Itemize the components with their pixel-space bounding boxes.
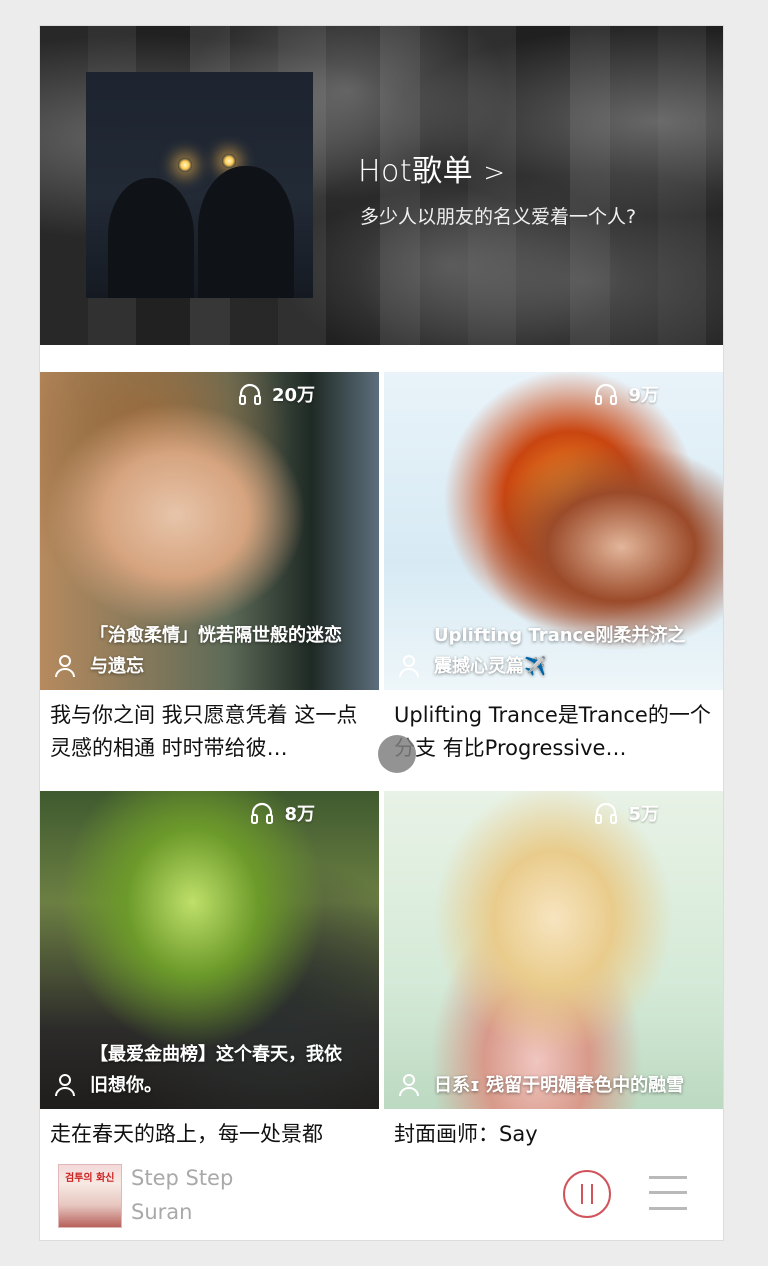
pause-icon[interactable] bbox=[563, 1170, 611, 1218]
user-icon bbox=[55, 655, 75, 678]
playlist-card[interactable]: 5万 日系ɪ 残留于明媚春色中的融雪 封面画师：Say bbox=[384, 791, 723, 1184]
playlist-description: 我与你之间 我只愿意凭着 这一点灵感的相通 时时带给彼… bbox=[50, 703, 358, 760]
touch-cursor bbox=[378, 735, 416, 773]
play-count-value: 8万 bbox=[284, 804, 315, 825]
play-count: 20万 bbox=[238, 381, 315, 407]
play-count: 5万 bbox=[594, 800, 659, 826]
mini-player: 검투의 화신 Step Step Suran bbox=[40, 1150, 723, 1240]
play-count: 9万 bbox=[594, 381, 659, 407]
play-count-value: 9万 bbox=[628, 385, 659, 406]
menu-icon[interactable] bbox=[649, 1176, 687, 1210]
playlist-name: 「治愈柔情」恍若隔世般的迷恋与遗忘 bbox=[90, 625, 342, 677]
user-icon bbox=[399, 655, 419, 678]
headphones-icon bbox=[595, 383, 618, 405]
hero-subtitle: 多少人以朋友的名义爱着一个人? bbox=[360, 206, 637, 228]
silhouette bbox=[108, 178, 194, 298]
hero-cover-image[interactable] bbox=[86, 72, 313, 298]
menu-line bbox=[649, 1176, 687, 1179]
playlist-caption: 【最爱金曲榜】这个春天，我依旧想你。 bbox=[54, 1039, 359, 1101]
playlist-cover[interactable]: 8万 【最爱金曲榜】这个春天，我依旧想你。 bbox=[40, 791, 379, 1109]
playlist-card[interactable]: 20万 「治愈柔情」恍若隔世般的迷恋与遗忘 我与你之间 我只愿意凭着 这一点灵感… bbox=[40, 372, 379, 765]
silhouette bbox=[198, 166, 294, 298]
user-icon bbox=[399, 1074, 419, 1097]
play-count-value: 5万 bbox=[628, 804, 659, 825]
hero-title-text: Hot歌单 bbox=[358, 154, 474, 189]
playlist-name: 【最爱金曲榜】这个春天，我依旧想你。 bbox=[90, 1044, 342, 1096]
now-playing-cover[interactable]: 검투의 화신 bbox=[58, 1164, 122, 1228]
playlist-caption: 「治愈柔情」恍若隔世般的迷恋与遗忘 bbox=[54, 620, 359, 682]
headphones-icon bbox=[595, 802, 618, 824]
chevron-right-icon: > bbox=[483, 158, 506, 188]
app-window: Hot歌单 > 多少人以朋友的名义爱着一个人? 20万 「治愈柔情」恍若隔世般的迷… bbox=[40, 26, 723, 1240]
playlist-cover[interactable]: 9万 Uplifting Trance刚柔并济之震撼心灵篇✈️ bbox=[384, 372, 723, 690]
sparkler-light bbox=[222, 154, 236, 168]
user-icon bbox=[55, 1074, 75, 1097]
hot-playlist-banner[interactable]: Hot歌单 > 多少人以朋友的名义爱着一个人? bbox=[40, 26, 723, 345]
playlist-cover[interactable]: 5万 日系ɪ 残留于明媚春色中的融雪 bbox=[384, 791, 723, 1109]
menu-line bbox=[649, 1191, 687, 1194]
headphones-icon bbox=[238, 383, 261, 405]
menu-line bbox=[649, 1207, 687, 1210]
playlist-card[interactable]: 9万 Uplifting Trance刚柔并济之震撼心灵篇✈️ Upliftin… bbox=[384, 372, 723, 765]
playlist-name: 日系ɪ 残留于明媚春色中的融雪 bbox=[434, 1075, 685, 1096]
playlist-description: Uplifting Trance是Trance的一个分支 有比Progressi… bbox=[394, 703, 711, 760]
playlist-caption: 日系ɪ 残留于明媚春色中的融雪 bbox=[398, 1070, 703, 1101]
hero-title[interactable]: Hot歌单 > bbox=[358, 146, 505, 190]
sparkler-light bbox=[178, 158, 192, 172]
now-playing-artist[interactable]: Suran bbox=[131, 1200, 192, 1224]
headphones-icon bbox=[251, 802, 274, 824]
playlist-name: Uplifting Trance刚柔并济之震撼心灵篇✈️ bbox=[434, 625, 686, 677]
play-count: 8万 bbox=[250, 800, 315, 826]
play-count-value: 20万 bbox=[271, 385, 315, 406]
playlist-cover[interactable]: 20万 「治愈柔情」恍若隔世般的迷恋与遗忘 bbox=[40, 372, 379, 690]
playlist-card[interactable]: 8万 【最爱金曲榜】这个春天，我依旧想你。 走在春天的路上，每一处景都 bbox=[40, 791, 379, 1184]
playlist-caption: Uplifting Trance刚柔并济之震撼心灵篇✈️ bbox=[398, 620, 703, 682]
now-playing-title[interactable]: Step Step bbox=[131, 1166, 233, 1190]
cover-badge: 검투의 화신 bbox=[65, 1173, 115, 1184]
